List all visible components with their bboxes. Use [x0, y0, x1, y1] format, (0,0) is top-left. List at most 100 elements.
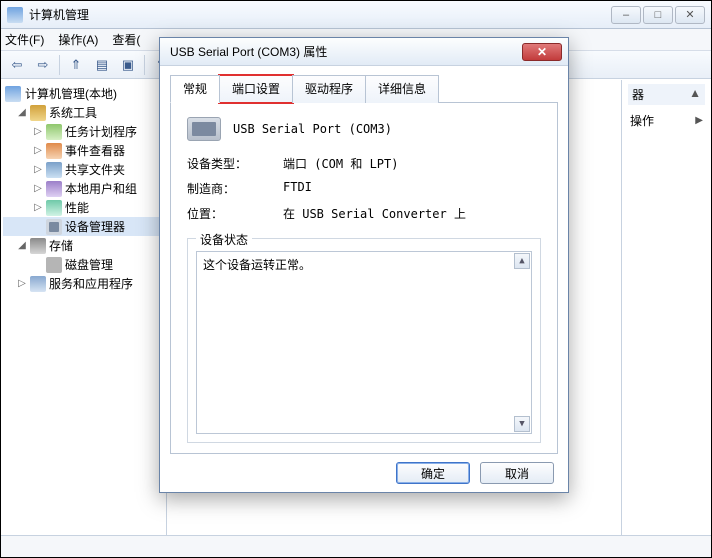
minimize-button[interactable]: – [611, 6, 641, 24]
no-expand [33, 221, 43, 232]
window-title: 计算机管理 [29, 6, 611, 23]
dialog-title: USB Serial Port (COM3) 属性 [170, 43, 522, 60]
row-location: 位置： 在 USB Serial Converter 上 [187, 205, 541, 222]
tab-label: 驱动程序 [305, 82, 353, 96]
label-device-type: 设备类型： [187, 155, 283, 172]
chevron-up-icon[interactable]: ▲ [689, 86, 701, 100]
ok-label: 确定 [421, 465, 445, 482]
cancel-label: 取消 [505, 465, 529, 482]
tree-label: 磁盘管理 [65, 256, 113, 273]
tree-node-services[interactable]: ▷ 服务和应用程序 [3, 274, 164, 293]
collapse-icon[interactable]: ◢ [17, 107, 27, 118]
dialog-body: 常规 端口设置 驱动程序 详细信息 USB Serial Port (COM3)… [160, 66, 568, 492]
label-location: 位置： [187, 205, 283, 222]
tools-icon [30, 105, 46, 121]
disk-icon [46, 257, 62, 273]
show-hide-tree-button[interactable]: ▤ [90, 54, 114, 76]
tree-label: 性能 [65, 199, 89, 216]
menu-file[interactable]: 文件(F) [5, 31, 44, 48]
expand-icon[interactable]: ▷ [33, 183, 43, 194]
dialog-tabs: 常规 端口设置 驱动程序 详细信息 [170, 74, 558, 103]
actions-item-more[interactable]: 操作 ▶ [628, 109, 705, 132]
properties-dialog: USB Serial Port (COM3) 属性 ✕ 常规 端口设置 驱动程序… [159, 37, 569, 493]
tab-driver[interactable]: 驱动程序 [292, 75, 366, 103]
expand-icon[interactable]: ▷ [17, 278, 27, 289]
chevron-right-icon: ▶ [695, 115, 703, 126]
serial-port-icon [187, 117, 221, 141]
tab-details[interactable]: 详细信息 [365, 75, 439, 103]
forward-button[interactable]: ⇨ [31, 54, 55, 76]
menu-action[interactable]: 操作(A) [58, 31, 98, 48]
collapse-icon[interactable]: ◢ [17, 240, 27, 251]
toolbar-separator [59, 55, 60, 75]
status-bar [1, 535, 711, 557]
tab-label: 常规 [183, 82, 207, 96]
share-icon [46, 162, 62, 178]
value-location: 在 USB Serial Converter 上 [283, 205, 466, 222]
no-expand [33, 259, 43, 270]
device-status-textarea[interactable]: 这个设备运转正常。 ▲ ▼ [196, 251, 532, 434]
scroll-up-button[interactable]: ▲ [514, 253, 530, 269]
dialog-titlebar[interactable]: USB Serial Port (COM3) 属性 ✕ [160, 38, 568, 66]
tree-node-device-manager[interactable]: 设备管理器 [3, 217, 164, 236]
performance-icon [46, 200, 62, 216]
menu-view[interactable]: 查看( [112, 31, 140, 48]
actions-header-label: 器 [632, 88, 644, 102]
app-icon [7, 7, 23, 23]
tree-node-event-viewer[interactable]: ▷ 事件查看器 [3, 141, 164, 160]
tree-label: 服务和应用程序 [49, 275, 133, 292]
tree-label: 存储 [49, 237, 73, 254]
cancel-button[interactable]: 取消 [480, 462, 554, 484]
tree-node-shared-folders[interactable]: ▷ 共享文件夹 [3, 160, 164, 179]
tree-label: 系统工具 [49, 104, 97, 121]
tree-node-system-tools[interactable]: ◢ 系统工具 [3, 103, 164, 122]
device-status-group: 设备状态 这个设备运转正常。 ▲ ▼ [187, 238, 541, 443]
tree-root[interactable]: 计算机管理(本地) [3, 84, 164, 103]
tree-pane: 计算机管理(本地) ◢ 系统工具 ▷ 任务计划程序 ▷ 事件查看器 ▷ 共享文件… [1, 80, 167, 535]
properties-button[interactable]: ▣ [116, 54, 140, 76]
storage-icon [30, 238, 46, 254]
back-button[interactable]: ⇦ [5, 54, 29, 76]
expand-icon[interactable]: ▷ [33, 202, 43, 213]
device-status-label: 设备状态 [196, 231, 252, 248]
tree-node-storage[interactable]: ◢ 存储 [3, 236, 164, 255]
actions-item-label: 操作 [630, 112, 654, 129]
maximize-button[interactable]: □ [643, 6, 673, 24]
tree-label: 共享文件夹 [65, 161, 125, 178]
tree-node-task-scheduler[interactable]: ▷ 任务计划程序 [3, 122, 164, 141]
tab-port-settings[interactable]: 端口设置 [219, 75, 293, 103]
device-name: USB Serial Port (COM3) [233, 122, 392, 136]
dialog-buttons: 确定 取消 [170, 454, 558, 484]
tree-node-local-users[interactable]: ▷ 本地用户和组 [3, 179, 164, 198]
device-info-rows: 设备类型： 端口 (COM 和 LPT) 制造商： FTDI 位置： 在 USB… [187, 155, 541, 230]
value-manufacturer: FTDI [283, 180, 312, 197]
row-device-type: 设备类型： 端口 (COM 和 LPT) [187, 155, 541, 172]
device-header: USB Serial Port (COM3) [187, 117, 541, 141]
tab-panel-general: USB Serial Port (COM3) 设备类型： 端口 (COM 和 L… [170, 103, 558, 454]
actions-pane: 器 ▲ 操作 ▶ [621, 80, 711, 535]
main-titlebar: 计算机管理 – □ ✕ [1, 1, 711, 29]
tree-label: 设备管理器 [65, 218, 125, 235]
value-device-type: 端口 (COM 和 LPT) [283, 155, 398, 172]
expand-icon[interactable]: ▷ [33, 164, 43, 175]
tree-label: 本地用户和组 [65, 180, 137, 197]
tree-label: 事件查看器 [65, 142, 125, 159]
close-button[interactable]: ✕ [675, 6, 705, 24]
tab-general[interactable]: 常规 [170, 75, 220, 103]
services-icon [30, 276, 46, 292]
tab-label: 端口设置 [232, 82, 280, 96]
scroll-down-button[interactable]: ▼ [514, 416, 530, 432]
expand-icon[interactable]: ▷ [33, 126, 43, 137]
expand-icon[interactable]: ▷ [33, 145, 43, 156]
computer-icon [5, 86, 21, 102]
device-status-text: 这个设备运转正常。 [203, 258, 311, 272]
up-button[interactable]: ⇑ [64, 54, 88, 76]
label-manufacturer: 制造商： [187, 180, 283, 197]
tree-node-performance[interactable]: ▷ 性能 [3, 198, 164, 217]
tab-label: 详细信息 [378, 82, 426, 96]
device-manager-icon [46, 219, 62, 235]
ok-button[interactable]: 确定 [396, 462, 470, 484]
users-icon [46, 181, 62, 197]
tree-node-disk-management[interactable]: 磁盘管理 [3, 255, 164, 274]
dialog-close-button[interactable]: ✕ [522, 43, 562, 61]
